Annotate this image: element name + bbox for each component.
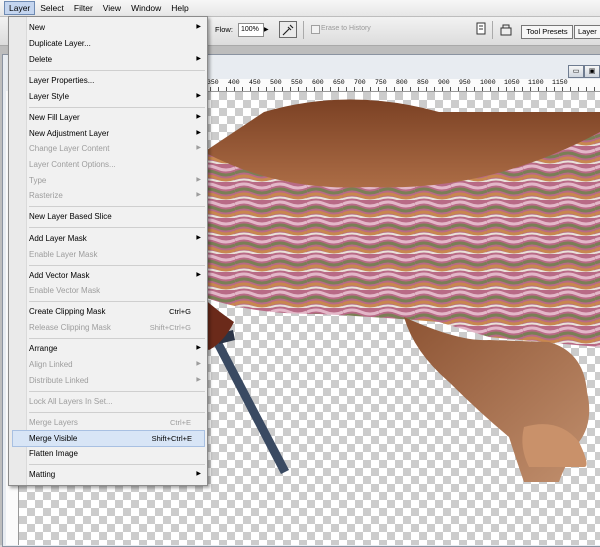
submenu-arrow-icon: ▶ <box>196 345 201 351</box>
ruler-tick: 350 <box>207 79 219 86</box>
submenu-arrow-icon: ▶ <box>196 471 201 477</box>
palette-well-icon[interactable] <box>499 22 513 36</box>
menu-item-merge-layers[interactable]: Merge Layers Ctrl+E <box>29 415 203 430</box>
options-separator <box>303 21 304 39</box>
menu-separator <box>29 206 205 207</box>
menu-separator <box>29 391 205 392</box>
airbrush-toggle-button[interactable] <box>279 21 297 38</box>
submenu-arrow-icon: ▶ <box>196 361 201 367</box>
menu-item-enable-vector-mask[interactable]: Enable Vector Mask <box>29 283 203 298</box>
ruler-tick: 550 <box>291 79 303 86</box>
minimize-button[interactable]: ▭ <box>568 65 584 78</box>
menu-filter[interactable]: Filter <box>69 1 98 15</box>
ruler-tick: 400 <box>228 79 240 86</box>
menu-item-change-layer-content[interactable]: Change Layer Content ▶ <box>29 141 203 156</box>
menu-item-new-fill-layer[interactable]: New Fill Layer ▶ <box>29 110 203 125</box>
ruler-tick: 1050 <box>504 79 520 86</box>
airbrush-icon <box>282 24 294 35</box>
tool-presets-tab[interactable]: Tool Presets <box>521 25 573 39</box>
layer-menu-dropdown: New ▶ Duplicate Layer... Delete ▶ Layer … <box>8 16 208 486</box>
submenu-arrow-icon: ▶ <box>196 192 201 198</box>
menu-separator <box>29 338 205 339</box>
submenu-arrow-icon: ▶ <box>196 235 201 241</box>
menu-item-rasterize[interactable]: Rasterize ▶ <box>29 188 203 203</box>
flow-label: Flow: <box>215 25 233 34</box>
submenu-arrow-icon: ▶ <box>196 145 201 151</box>
menu-separator <box>29 464 205 465</box>
menu-separator <box>29 70 205 71</box>
menu-layer[interactable]: Layer <box>4 1 36 15</box>
menu-item-matting[interactable]: Matting ▶ <box>29 467 203 482</box>
submenu-arrow-icon: ▶ <box>196 177 201 183</box>
menu-item-new[interactable]: New ▶ <box>29 20 203 35</box>
menu-item-layer-style[interactable]: Layer Style ▶ <box>29 89 203 104</box>
menu-separator <box>29 107 205 108</box>
menu-item-flatten-image[interactable]: Flatten Image <box>29 446 203 461</box>
document-icon[interactable] <box>474 22 488 36</box>
menu-separator <box>29 301 205 302</box>
menu-item-new-layer-based-slice[interactable]: New Layer Based Slice <box>29 209 203 224</box>
ruler-tick: 850 <box>417 79 429 86</box>
menu-item-new-adjustment-layer[interactable]: New Adjustment Layer ▶ <box>29 126 203 141</box>
menu-view[interactable]: View <box>98 1 126 15</box>
menu-item-merge-visible[interactable]: Merge Visible Shift+Ctrl+E <box>12 430 205 447</box>
ruler-tick: 950 <box>459 79 471 86</box>
submenu-arrow-icon: ▶ <box>196 56 201 62</box>
menu-separator <box>29 265 205 266</box>
erase-to-history-checkbox[interactable] <box>311 25 320 34</box>
menu-item-duplicate-layer[interactable]: Duplicate Layer... <box>29 36 203 51</box>
menu-separator <box>29 227 205 228</box>
ruler-tick: 750 <box>375 79 387 86</box>
flow-input[interactable]: 100% <box>238 23 264 37</box>
menu-window[interactable]: Window <box>126 1 166 15</box>
ruler-tick: 450 <box>249 79 261 86</box>
menu-item-add-layer-mask[interactable]: Add Layer Mask ▶ <box>29 231 203 246</box>
ruler-tick: 900 <box>438 79 450 86</box>
submenu-arrow-icon: ▶ <box>196 114 201 120</box>
menu-item-layer-content-options[interactable]: Layer Content Options... <box>29 157 203 172</box>
ruler-tick: 500 <box>270 79 282 86</box>
submenu-arrow-icon: ▶ <box>196 377 201 383</box>
menu-item-add-vector-mask[interactable]: Add Vector Mask ▶ <box>29 268 203 283</box>
menu-item-align-linked[interactable]: Align Linked ▶ <box>29 357 203 372</box>
menu-item-release-clipping-mask[interactable]: Release Clipping Mask Shift+Ctrl+G <box>29 320 203 335</box>
ruler-tick: 800 <box>396 79 408 86</box>
ruler-tick: 650 <box>333 79 345 86</box>
layers-tab[interactable]: Layer <box>574 25 600 39</box>
submenu-arrow-icon: ▶ <box>196 130 201 136</box>
maximize-button[interactable]: ▣ <box>584 65 600 78</box>
menu-item-enable-layer-mask[interactable]: Enable Layer Mask <box>29 247 203 262</box>
ruler-tick: 600 <box>312 79 324 86</box>
submenu-arrow-icon: ▶ <box>196 272 201 278</box>
menu-help[interactable]: Help <box>166 1 193 15</box>
ruler-tick: 1150 <box>552 79 568 86</box>
options-separator <box>492 21 493 39</box>
ruler-tick: 1100 <box>528 79 544 86</box>
menu-item-layer-properties[interactable]: Layer Properties... <box>29 73 203 88</box>
menu-item-type[interactable]: Type ▶ <box>29 173 203 188</box>
menu-bar: Layer Select Filter View Window Help <box>0 0 600 17</box>
menu-separator <box>29 412 205 413</box>
menu-select[interactable]: Select <box>35 1 69 15</box>
ruler-tick: 1000 <box>480 79 496 86</box>
menu-item-arrange[interactable]: Arrange ▶ <box>29 341 203 356</box>
flow-dropdown-arrow-icon[interactable]: ▶ <box>264 26 269 33</box>
menu-item-create-clipping-mask[interactable]: Create Clipping Mask Ctrl+G <box>29 304 203 319</box>
menu-item-lock-all-layers-in-set[interactable]: Lock All Layers In Set... <box>29 394 203 409</box>
erase-to-history-label: Erase to History <box>321 25 371 32</box>
submenu-arrow-icon: ▶ <box>196 93 201 99</box>
menu-item-distribute-linked[interactable]: Distribute Linked ▶ <box>29 373 203 388</box>
ruler-tick: 700 <box>354 79 366 86</box>
menu-item-delete[interactable]: Delete ▶ <box>29 52 203 67</box>
submenu-arrow-icon: ▶ <box>196 24 201 30</box>
menu-icon-gutter <box>9 17 27 485</box>
